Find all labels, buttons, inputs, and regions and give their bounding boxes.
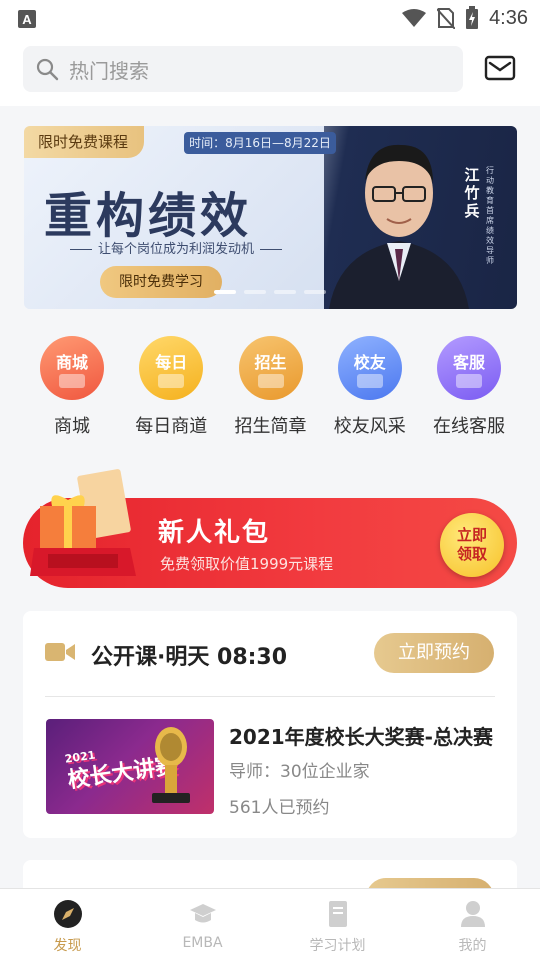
- instructor-role: 行动教育首席绩效导师: [486, 166, 494, 265]
- icon-text: 客服: [452, 353, 485, 372]
- course-teacher: 导师：30位企业家: [229, 762, 370, 782]
- status-bar: A 4:36: [0, 0, 540, 36]
- claim-gift-label: 立即 领取: [456, 526, 487, 563]
- quick-nav-label: 招生简章: [234, 416, 307, 437]
- icon-decoration: [456, 374, 482, 388]
- banner-time: 时间：8月16日—8月22日: [184, 132, 336, 154]
- course-name[interactable]: 2021年度校长大奖赛-总决赛: [229, 721, 493, 750]
- promo-subtitle: 免费领取价值1999元课程: [160, 555, 334, 573]
- icon-decoration: [257, 374, 284, 388]
- tab-document[interactable]: 学习计划: [270, 889, 405, 960]
- search-placeholder: 热门搜索: [69, 58, 149, 83]
- mall-icon: 商城: [40, 336, 104, 400]
- quick-nav-admissions[interactable]: 招生 招生简章: [223, 336, 319, 446]
- icon-text: 招生: [254, 353, 287, 372]
- icon-decoration: [356, 374, 383, 388]
- open-course-card: 公开课·明天 08:30 立即预约 2021 校长大讲赛 2021年度校长大奖赛…: [23, 611, 517, 838]
- quick-nav-alumni[interactable]: 校友 校友风采: [322, 336, 418, 446]
- alumni-icon: 校友: [337, 336, 402, 400]
- pager-dot: [274, 290, 296, 294]
- tab-graduation-cap[interactable]: EMBA: [135, 889, 270, 960]
- battery-charging-icon: [466, 6, 479, 29]
- tab-label: 我的: [458, 938, 487, 954]
- course-thumbnail[interactable]: 2021 校长大讲赛: [46, 719, 214, 814]
- banner-study-button[interactable]: 限时免费学习: [100, 266, 222, 298]
- quick-nav-mall[interactable]: 商城 商城: [24, 336, 120, 446]
- promo-banner[interactable]: 限时免费课程 时间：8月16日—8月22日 重构绩效 让每个岗位成为利润发动机 …: [24, 126, 517, 309]
- quick-nav-label: 在线客服: [433, 416, 505, 437]
- document-icon: [328, 901, 347, 927]
- wifi-icon: [402, 9, 427, 27]
- divider: [45, 696, 495, 697]
- instructor-name: 江竹兵: [464, 166, 480, 220]
- reservation-count: 561人已预约: [229, 798, 330, 818]
- banner-title: 重构绩效: [44, 188, 253, 244]
- compass-icon: [53, 900, 82, 928]
- pager-dot: [214, 290, 236, 294]
- message-icon[interactable]: [484, 54, 516, 82]
- banner-tag: 限时免费课程: [24, 126, 144, 158]
- tab-label: EMBA: [182, 935, 223, 951]
- admissions-icon: 招生: [238, 336, 303, 400]
- status-time: 4:36: [489, 6, 528, 29]
- daily-business-icon: 每日: [139, 336, 204, 400]
- quick-nav-daily-business[interactable]: 每日 每日商道: [123, 336, 219, 446]
- quick-nav-label: 校友风采: [333, 416, 406, 437]
- tab-label: 学习计划: [309, 938, 366, 954]
- no-sim-icon: [437, 8, 456, 29]
- icon-text: 商城: [55, 353, 88, 372]
- pager-dot: [244, 290, 266, 294]
- microphone-icon: [152, 727, 190, 803]
- open-course-title: 公开课·明天 08:30: [91, 645, 288, 670]
- graduation-cap-icon: [189, 904, 216, 923]
- claim-gift-button[interactable]: 立即 领取: [440, 513, 504, 577]
- app-notification-icon: A: [18, 10, 36, 28]
- reserve-button[interactable]: 立即预约: [374, 633, 494, 673]
- quick-nav: 商城 商城 每日 每日商道 招生 招生简章 校友 校友风采 客服 在线客服: [24, 336, 517, 446]
- status-icons: 4:36: [401, 6, 528, 30]
- instructor-photo: [329, 144, 469, 309]
- bottom-tab-bar: 发现 EMBA 学习计划 我的: [0, 888, 540, 960]
- video-camera-icon: [45, 643, 75, 661]
- gift-box-icon: [30, 469, 136, 576]
- quick-nav-label: 每日商道: [135, 416, 208, 437]
- tab-label: 发现: [53, 938, 82, 954]
- promo-title: 新人礼包: [158, 518, 271, 548]
- icon-text: 校友: [353, 353, 386, 372]
- customer-service-icon: 客服: [437, 336, 501, 400]
- icon-text: 每日: [155, 353, 188, 372]
- tab-person[interactable]: 我的: [405, 889, 540, 960]
- search-icon: [36, 58, 59, 81]
- tab-compass[interactable]: 发现: [0, 889, 135, 960]
- quick-nav-customer-service[interactable]: 客服 在线客服: [421, 336, 517, 446]
- quick-nav-label: 商城: [54, 416, 90, 437]
- search-input[interactable]: 热门搜索: [23, 46, 463, 92]
- banner-pager: [214, 290, 326, 294]
- header: 热门搜索: [0, 36, 540, 106]
- icon-decoration: [59, 374, 85, 388]
- icon-decoration: [158, 374, 185, 388]
- pager-dot: [304, 290, 326, 294]
- person-icon: [460, 901, 485, 927]
- banner-subtitle: 让每个岗位成为利润发动机: [64, 238, 288, 257]
